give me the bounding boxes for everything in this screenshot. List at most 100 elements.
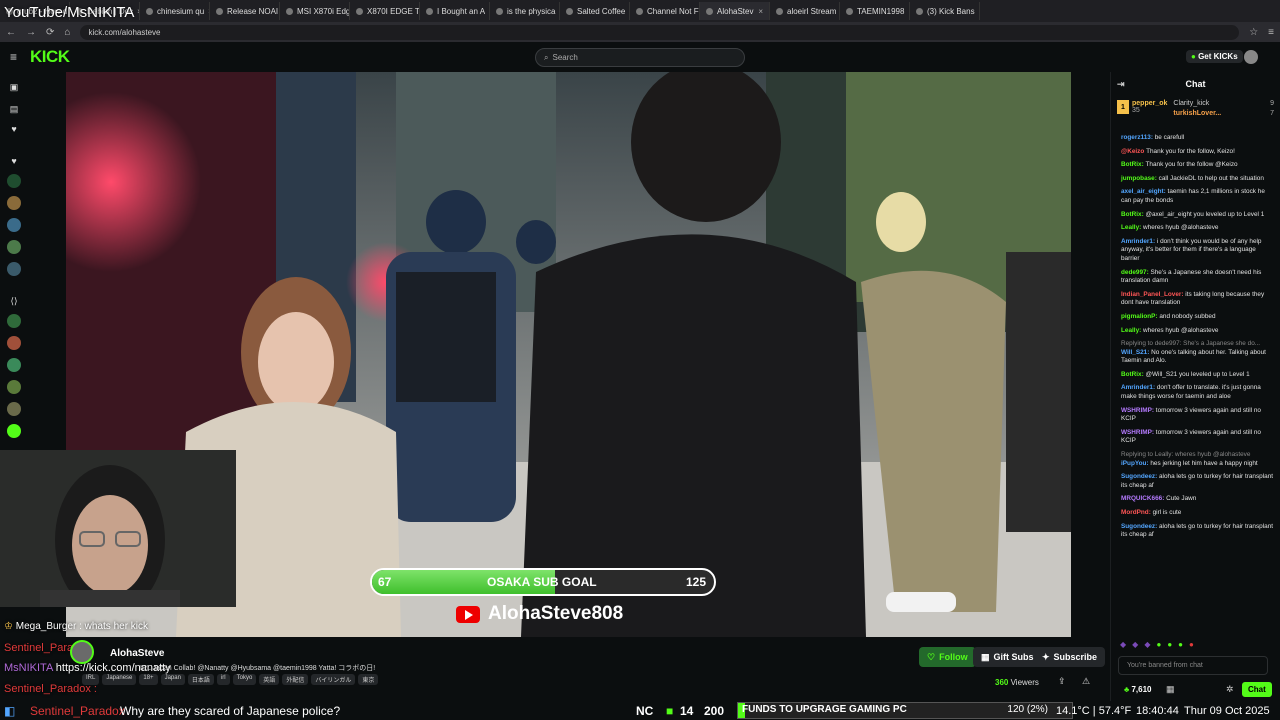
reload-icon[interactable]: ⟳ — [46, 27, 54, 38]
chat-username[interactable]: Leally: — [1121, 327, 1143, 334]
chat-input[interactable]: You're banned from chat — [1118, 656, 1268, 675]
stream-tag[interactable]: IRL — [82, 674, 100, 685]
chat-username[interactable]: Sugondeez: — [1121, 473, 1159, 480]
subscribe-button[interactable]: ✦ Subscribe — [1034, 647, 1106, 667]
chat-username[interactable]: rogerz113: — [1121, 134, 1155, 141]
chat-username[interactable]: WSHRIMP: — [1121, 407, 1156, 414]
browse-icon[interactable]: ▣ — [7, 80, 21, 94]
chat-username[interactable]: BotRix: — [1121, 211, 1146, 218]
kicks-balance[interactable]: ♣ 7,610 — [1124, 685, 1152, 694]
channel-avatar[interactable] — [7, 218, 21, 232]
follow-button[interactable]: ♡ Follow — [919, 647, 976, 667]
emote-icon[interactable]: ● — [1156, 640, 1161, 649]
chat-username[interactable]: axel_air_eight: — [1121, 188, 1168, 195]
emote-icon[interactable]: ◆ — [1120, 640, 1126, 649]
hamburger-menu-icon[interactable]: ≡ — [10, 50, 17, 64]
chat-username[interactable]: MRQUICK666: — [1121, 495, 1166, 502]
browser-tab[interactable]: chinesium qu× — [140, 2, 210, 20]
webcam-overlay — [0, 450, 236, 607]
tab-label: is the physica — [507, 6, 556, 16]
kick-logo[interactable]: KICK — [30, 47, 70, 67]
stream-tag[interactable]: 18+ — [139, 674, 158, 685]
chat-username[interactable]: Will_S21: — [1121, 349, 1151, 356]
chat-username[interactable]: jumpobase: — [1121, 175, 1159, 182]
chat-username[interactable]: @Keizo — [1121, 148, 1146, 155]
stream-tag[interactable]: 英語 — [259, 674, 280, 685]
browser-tab[interactable]: X870I EDGE TI× — [350, 2, 420, 20]
stream-tag[interactable]: Japanese — [102, 674, 137, 685]
get-kicks-label: Get KICKs — [1198, 52, 1238, 61]
chat-username[interactable]: Indian_Panel_Lover: — [1121, 291, 1185, 298]
channel-avatar[interactable] — [7, 424, 21, 438]
stream-tag[interactable]: バイリンガル — [311, 674, 356, 685]
get-kicks-button[interactable]: ● Get KICKs — [1186, 50, 1243, 63]
menu-icon[interactable]: ≡ — [1268, 27, 1274, 38]
stream-tag[interactable]: Tokyo — [232, 674, 257, 685]
browser-tab[interactable]: Channel Not F× — [630, 2, 700, 20]
channel-name[interactable]: AlohaSteve — [110, 648, 164, 659]
chat-username[interactable]: MordPnd: — [1121, 509, 1153, 516]
browser-tab[interactable]: AlohaStev × — [700, 2, 770, 20]
chat-username[interactable]: BotRix: — [1121, 371, 1146, 378]
emote-icon[interactable]: ◆ — [1132, 640, 1138, 649]
chat-username[interactable]: Amrinder1: — [1121, 238, 1157, 245]
channel-avatar[interactable] — [7, 314, 21, 328]
chat-username[interactable]: iPupYou: — [1121, 460, 1150, 467]
collapse-chat-icon[interactable]: ⇥ — [1117, 79, 1125, 90]
forward-icon[interactable]: → — [26, 27, 36, 38]
channel-avatar[interactable] — [7, 262, 21, 276]
channel-avatar[interactable] — [7, 196, 21, 210]
channel-avatar[interactable] — [7, 358, 21, 372]
browser-tab[interactable]: Release NOAI× — [210, 2, 280, 20]
back-icon[interactable]: ← — [6, 27, 16, 38]
channel-avatar[interactable] — [7, 402, 21, 416]
browser-tab[interactable]: aloeirl Stream× — [770, 2, 840, 20]
channel-avatar[interactable] — [7, 380, 21, 394]
report-icon[interactable]: ⚠ — [1082, 676, 1090, 687]
heart-icon[interactable]: ♥ — [7, 122, 21, 136]
emote-icon[interactable]: ◆ — [1144, 640, 1150, 649]
chat-username[interactable]: dede997: — [1121, 269, 1150, 276]
close-tab-icon[interactable]: × — [979, 7, 980, 16]
gear-icon[interactable]: ✲ — [1226, 684, 1234, 695]
emote-icon[interactable]: ● — [1189, 640, 1194, 649]
emote-icon[interactable]: ● — [1178, 640, 1183, 649]
tab-favicon-icon — [706, 7, 713, 15]
stream-tag[interactable]: Japan — [160, 674, 185, 685]
search-input[interactable]: ⌕ Search — [535, 48, 745, 67]
stream-tag[interactable]: 日本語 — [187, 674, 214, 685]
stream-tag[interactable]: 東京 — [358, 674, 379, 685]
browser-tab[interactable]: TAEMIN1998× — [840, 2, 910, 20]
chat-username[interactable]: Leally: — [1121, 224, 1143, 231]
chat-username[interactable]: Amrinder1: — [1121, 384, 1157, 391]
emote-bar[interactable]: ◆ ◆ ◆ ● ● ● ● — [1120, 640, 1194, 649]
channel-avatar[interactable] — [7, 174, 21, 188]
channel-avatar[interactable] — [7, 240, 21, 254]
channel-avatar[interactable] — [7, 336, 21, 350]
chat-username[interactable]: WSHRIMP: — [1121, 429, 1156, 436]
user-avatar[interactable] — [1244, 50, 1258, 64]
stream-tag[interactable]: 外配信 — [282, 674, 309, 685]
browser-tab[interactable]: Salted Coffee× — [560, 2, 630, 20]
browser-tab[interactable]: I Bought an A× — [420, 2, 490, 20]
close-tab-icon[interactable]: × — [758, 7, 763, 16]
gift-subs-button[interactable]: ▦ Gift Subs — [973, 647, 1042, 667]
chat-username[interactable]: Sugondeez: — [1121, 523, 1159, 530]
calendar-icon[interactable]: ▦ — [1166, 684, 1175, 695]
chat-username[interactable]: BotRix: — [1121, 161, 1146, 168]
chat-leaderboard: 1 pepper_ok 35 Clarity_kick 9 turkishLover… — [1111, 96, 1280, 132]
home-icon[interactable]: ⌂ — [64, 27, 70, 38]
browser-tab[interactable]: (3) Kick Bans × — [910, 2, 980, 20]
chat-username[interactable]: pigmalionP: — [1121, 313, 1159, 320]
bookmark-star-icon[interactable]: ☆ — [1249, 27, 1258, 38]
leaderboard-count: 9 — [1270, 100, 1274, 107]
streamer-avatar[interactable] — [70, 640, 94, 664]
following-icon[interactable]: ▤ — [7, 102, 21, 116]
url-field[interactable]: kick.com/alohasteve — [80, 24, 1240, 40]
chat-send-button[interactable]: Chat — [1242, 682, 1272, 697]
browser-tab[interactable]: is the physica× — [490, 2, 560, 20]
emote-icon[interactable]: ● — [1167, 640, 1172, 649]
stream-tag[interactable]: irl — [216, 674, 230, 685]
browser-tab[interactable]: MSI X870i Edg× — [280, 2, 350, 20]
share-icon[interactable]: ⇪ — [1058, 676, 1066, 687]
